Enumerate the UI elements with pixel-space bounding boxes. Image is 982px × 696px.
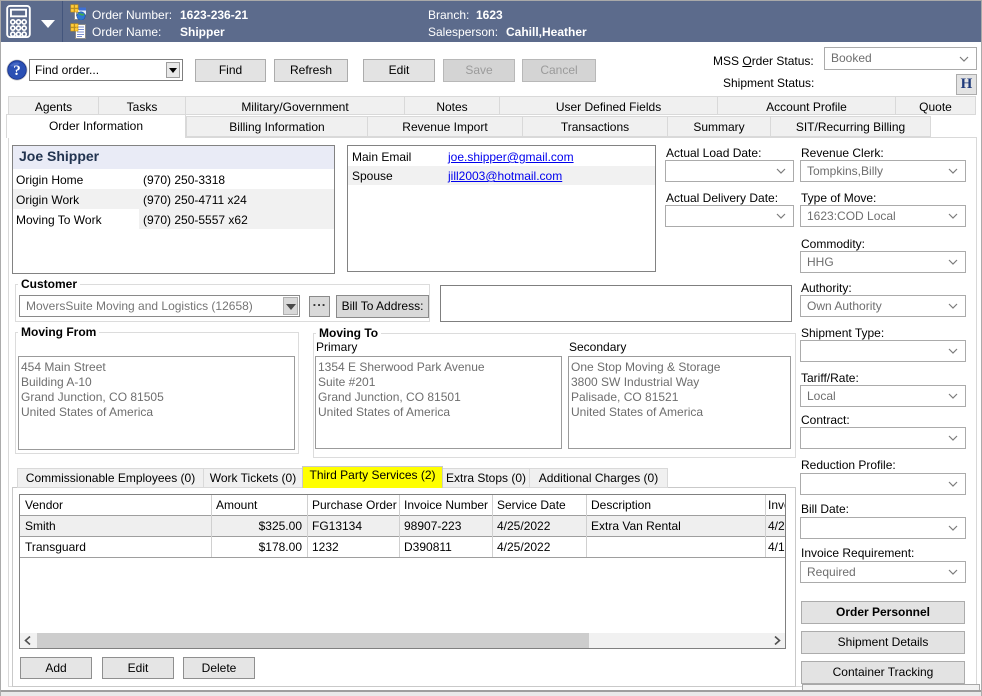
svg-text:?: ? [13,63,21,79]
